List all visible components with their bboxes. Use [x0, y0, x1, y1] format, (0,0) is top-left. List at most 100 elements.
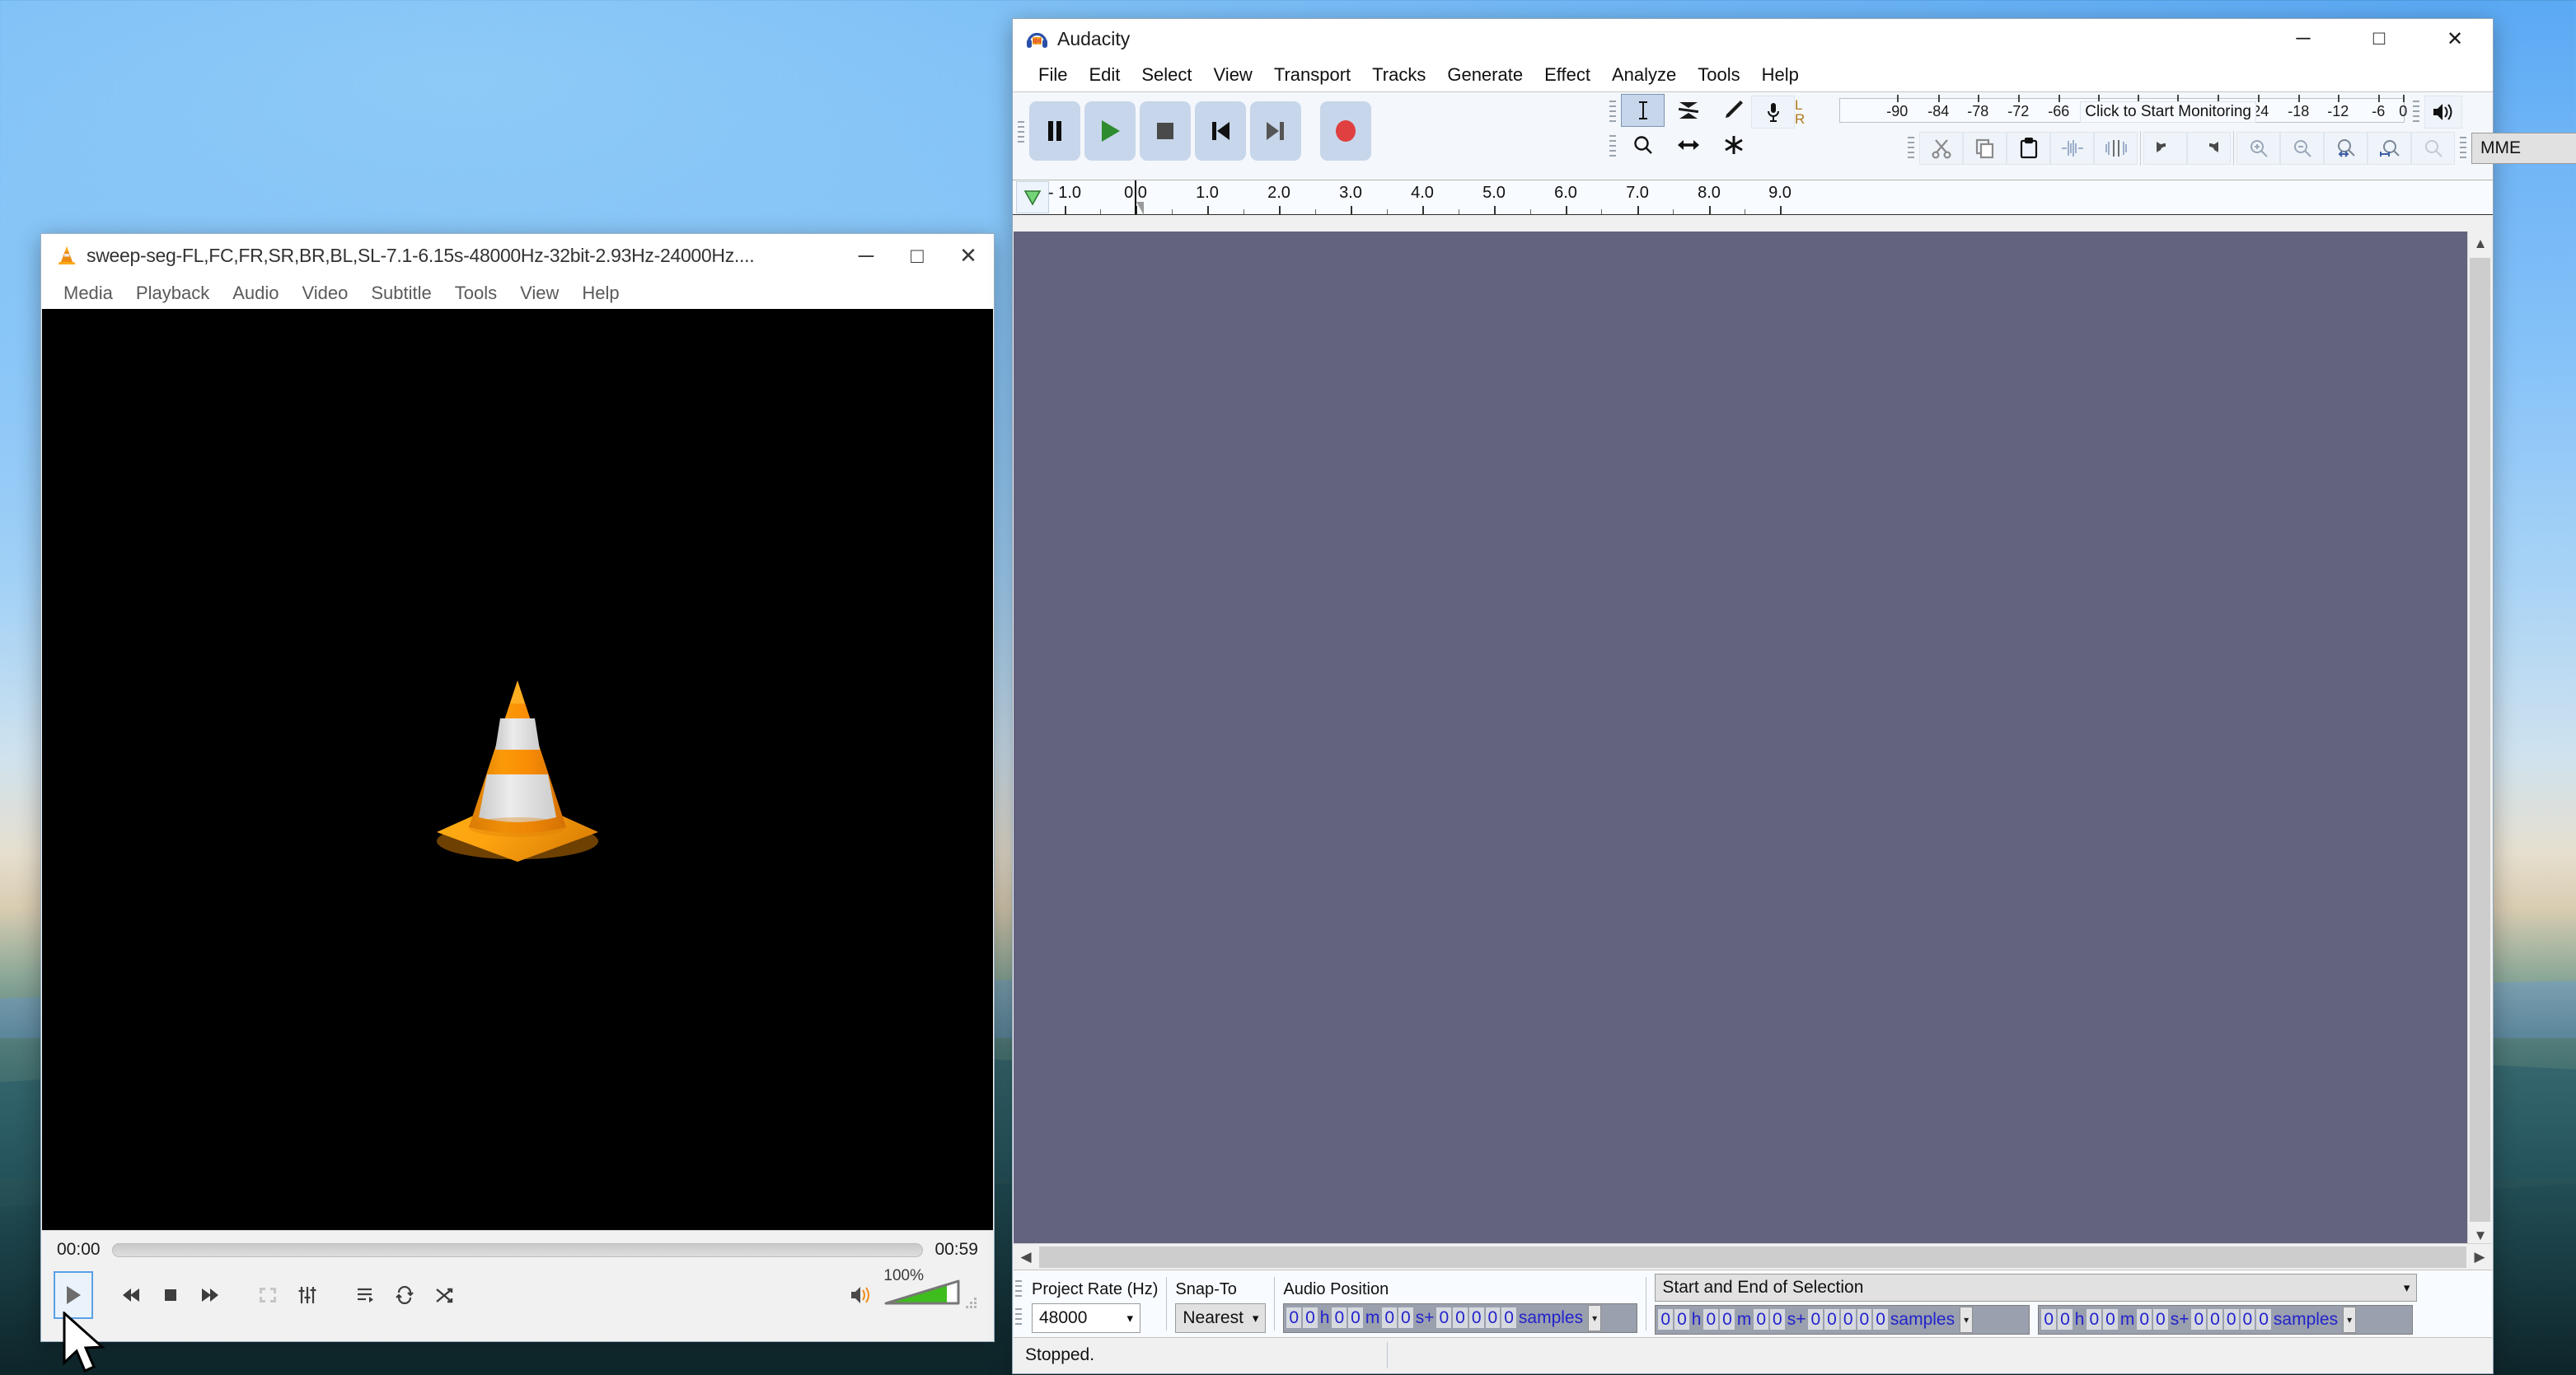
audacity-track-panel[interactable]: ▲ ▼ [1014, 232, 2492, 1248]
vlc-titlebar[interactable]: sweep-seg-FL,FC,FR,SR,BR,BL,SL-7.1-6.15s… [41, 234, 994, 278]
vlc-play-button[interactable] [54, 1271, 93, 1319]
vlc-next-button[interactable] [190, 1271, 230, 1319]
audacity-maximize-button[interactable]: □ [2341, 19, 2417, 58]
selection-mode-select[interactable]: Start and End of Selection ▾ [1655, 1273, 2418, 1302]
audacity-menu-tools[interactable]: Tools [1687, 64, 1750, 86]
vlc-mute-icon[interactable] [850, 1284, 874, 1313]
vlc-menu-tools[interactable]: Tools [455, 283, 497, 304]
speaker-icon[interactable] [2424, 95, 2463, 129]
paste-icon[interactable] [2007, 132, 2050, 165]
vlc-window[interactable]: sweep-seg-FL,FC,FR,SR,BR,BL,SL-7.1-6.15s… [40, 233, 995, 1342]
selection-end-format-dropdown[interactable]: ▾ [2343, 1306, 2357, 1333]
vlc-menu-audio[interactable]: Audio [232, 283, 279, 304]
vlc-playlist-button[interactable] [345, 1271, 385, 1319]
tools-toolbar-gripper[interactable] [1608, 94, 1618, 165]
audio-position-field[interactable]: 00h 00m 0 0 s+ 00000 samples ▾ [1283, 1303, 1638, 1333]
scroll-left-button[interactable]: ◀ [1014, 1245, 1038, 1270]
audacity-menu-view[interactable]: View [1203, 64, 1263, 86]
vlc-minimize-button[interactable]: ─ [841, 234, 892, 278]
snap-to-select[interactable]: Nearest ▾ [1175, 1303, 1267, 1333]
timeline-pinned-play-head-button[interactable] [1016, 181, 1049, 213]
zoom-out-icon[interactable] [2280, 132, 2324, 165]
envelope-tool-icon[interactable] [1666, 94, 1710, 127]
audacity-skip-to-end-button[interactable] [1250, 101, 1301, 161]
audacity-pause-button[interactable] [1029, 101, 1080, 161]
horizontal-scrollbar[interactable]: ◀ ▶ [1014, 1243, 2492, 1270]
audacity-menu-analyze[interactable]: Analyze [1601, 64, 1687, 86]
cut-icon[interactable] [1919, 132, 1963, 165]
vlc-menu-subtitle[interactable]: Subtitle [371, 283, 431, 304]
vlc-equalizer-button[interactable] [288, 1271, 327, 1319]
zoom-tool-icon[interactable] [1621, 129, 1665, 161]
vlc-loop-button[interactable] [385, 1271, 424, 1319]
vlc-previous-button[interactable] [111, 1271, 151, 1319]
vlc-shuffle-button[interactable] [424, 1271, 464, 1319]
audacity-titlebar[interactable]: Audacity ─ □ ✕ [1013, 19, 2493, 58]
transport-toolbar-gripper[interactable] [1016, 115, 1026, 147]
redo-icon[interactable] [2187, 132, 2231, 165]
selection-toolbar-gripper[interactable] [1014, 1270, 1023, 1337]
vlc-stop-button[interactable] [151, 1271, 190, 1319]
audacity-play-button[interactable] [1084, 101, 1136, 161]
audacity-menu-select[interactable]: Select [1131, 64, 1202, 86]
audio-position-format-dropdown[interactable]: ▾ [1588, 1304, 1602, 1331]
multi-tool-icon[interactable] [1712, 129, 1755, 161]
audacity-timeline-ruler[interactable]: - 1.0 0.0 1.0 2.0 3.0 4.0 5.0 6.0 7.0 8.… [1013, 180, 2493, 215]
microphone-icon[interactable] [1751, 95, 1795, 129]
vlc-resize-grip[interactable] [965, 1297, 977, 1308]
vlc-fullscreen-button[interactable] [248, 1271, 288, 1319]
zoom-in-icon[interactable] [2236, 132, 2280, 165]
audacity-menu-transport[interactable]: Transport [1263, 64, 1361, 86]
vlc-menu-view[interactable]: View [520, 283, 559, 304]
project-rate-select[interactable]: 48000 ▾ [1032, 1303, 1140, 1333]
audacity-menu-generate[interactable]: Generate [1436, 64, 1534, 86]
undo-icon[interactable] [2143, 132, 2187, 165]
audacity-menu-help[interactable]: Help [1751, 64, 1810, 86]
vertical-scrollbar[interactable]: ▲ ▼ [2467, 232, 2492, 1248]
recording-meter[interactable]: -90 -84 -78 -72 -66 -30 -24 -18 -12 -6 0… [1808, 94, 2408, 129]
scroll-up-button[interactable]: ▲ [2468, 232, 2492, 256]
audacity-menu-tracks[interactable]: Tracks [1361, 64, 1436, 86]
scroll-right-button[interactable]: ▶ [2467, 1245, 2492, 1270]
audacity-record-button[interactable] [1320, 101, 1371, 161]
device-toolbar-gripper[interactable] [2458, 132, 2468, 165]
silence-audio-icon[interactable] [2094, 132, 2138, 165]
draw-tool-icon[interactable] [1712, 94, 1755, 127]
vlc-volume-percent: 100% [883, 1266, 924, 1284]
vlc-maximize-button[interactable]: □ [892, 234, 943, 278]
audacity-stop-button[interactable] [1140, 101, 1191, 161]
audacity-menu-effect[interactable]: Effect [1534, 64, 1601, 86]
selection-tool-icon[interactable] [1621, 94, 1665, 127]
audacity-skip-to-start-button[interactable] [1195, 101, 1246, 161]
horizontal-scrollbar-track[interactable] [1039, 1246, 2466, 1268]
audacity-menu-edit[interactable]: Edit [1078, 64, 1131, 86]
vlc-menu-media[interactable]: Media [63, 283, 113, 304]
playhead-indicator[interactable] [1136, 202, 1144, 215]
edit-toolbar-gripper[interactable] [1906, 132, 1916, 165]
vlc-window-buttons: ─ □ ✕ [841, 234, 994, 278]
selection-start-format-dropdown[interactable]: ▾ [1960, 1306, 1974, 1333]
vlc-menu-playback[interactable]: Playback [136, 283, 209, 304]
audio-host-select[interactable]: MME ▾ [2471, 133, 2576, 164]
fit-selection-to-width-icon[interactable] [2324, 132, 2368, 165]
vlc-menu-help[interactable]: Help [582, 283, 619, 304]
vertical-scrollbar-track[interactable] [2470, 258, 2490, 1222]
time-shift-tool-icon[interactable] [1666, 129, 1710, 161]
zoom-toggle-icon[interactable] [2411, 132, 2455, 165]
playback-meter-gripper[interactable] [2411, 96, 2421, 129]
fit-project-to-width-icon[interactable] [2368, 132, 2411, 165]
audacity-close-button[interactable]: ✕ [2417, 19, 2493, 58]
audacity-window[interactable]: Audacity ─ □ ✕ File Edit Select View Tra… [1012, 18, 2576, 1374]
click-to-start-monitoring-label[interactable]: Click to Start Monitoring [2080, 101, 2256, 123]
copy-icon[interactable] [1963, 132, 2007, 165]
vlc-close-button[interactable]: ✕ [943, 234, 994, 278]
selection-start-field[interactable]: 00h 00m 0 0 s+ 00000 samples ▾ [1655, 1304, 2030, 1335]
audacity-menu-file[interactable]: File [1028, 64, 1078, 86]
trim-audio-icon[interactable] [2050, 132, 2094, 165]
vlc-menu-video[interactable]: Video [302, 283, 348, 304]
audacity-selection-toolbar: Project Rate (Hz) 48000 ▾ Snap-To Neares… [1014, 1270, 2492, 1337]
vlc-video-surface[interactable] [42, 309, 993, 1230]
vlc-seek-slider[interactable] [111, 1242, 924, 1257]
audacity-minimize-button[interactable]: ─ [2265, 19, 2341, 58]
selection-end-field[interactable]: 00h 00m 0 0 s+ 00000 samples ▾ [2038, 1304, 2414, 1335]
